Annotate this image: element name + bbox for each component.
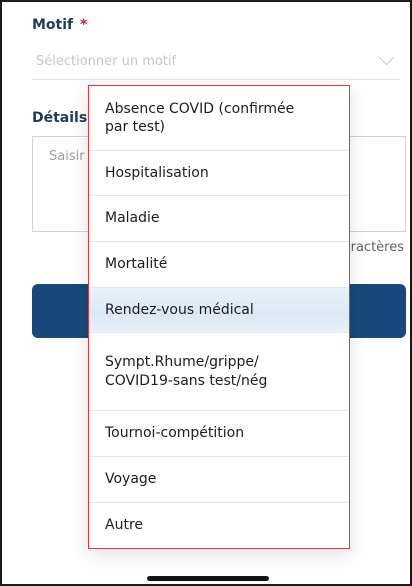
motif-select[interactable]: Sélectionner un motif <box>32 46 400 80</box>
details-placeholder: Saisir <box>49 149 85 164</box>
details-label: Détails <box>32 110 88 126</box>
motif-label-text: Motif <box>32 17 74 33</box>
motif-select-placeholder: Sélectionner un motif <box>36 54 177 69</box>
option-label: Sympt.Rhume/grippe/ COVID19-sans test/né… <box>105 354 268 389</box>
option-label: Absence COVID (confirmée par test) <box>105 100 295 135</box>
option-label: Mortalité <box>105 256 168 273</box>
option-voyage[interactable]: Voyage <box>89 456 349 502</box>
option-label: Rendez-vous médical <box>105 301 254 318</box>
motif-label: Motif * <box>32 17 87 33</box>
option-label: Hospitalisation <box>105 164 209 181</box>
character-counter: ractères <box>350 240 404 255</box>
option-symptomes-rhume[interactable]: Sympt.Rhume/grippe/ COVID19-sans test/né… <box>89 332 349 410</box>
option-maladie[interactable]: Maladie <box>89 195 349 241</box>
motif-dropdown: Absence COVID (confirmée par test) Hospi… <box>88 85 350 549</box>
option-tournoi-competition[interactable]: Tournoi-compétition <box>89 410 349 456</box>
home-indicator[interactable] <box>147 576 269 581</box>
option-mortalite[interactable]: Mortalité <box>89 241 349 287</box>
option-label: Tournoi-compétition <box>105 425 245 442</box>
required-marker: * <box>80 17 88 33</box>
option-label: Maladie <box>105 210 160 227</box>
option-label: Voyage <box>105 471 157 488</box>
chevron-down-icon <box>378 49 395 66</box>
option-absence-covid[interactable]: Absence COVID (confirmée par test) <box>89 86 349 150</box>
phone-screen: Motif * Sélectionner un motif Détails Sa… <box>0 0 412 586</box>
option-label: Autre <box>105 517 144 534</box>
option-hospitalisation[interactable]: Hospitalisation <box>89 150 349 195</box>
option-autre[interactable]: Autre <box>89 502 349 548</box>
option-rendez-vous-medical[interactable]: Rendez-vous médical <box>89 287 349 332</box>
